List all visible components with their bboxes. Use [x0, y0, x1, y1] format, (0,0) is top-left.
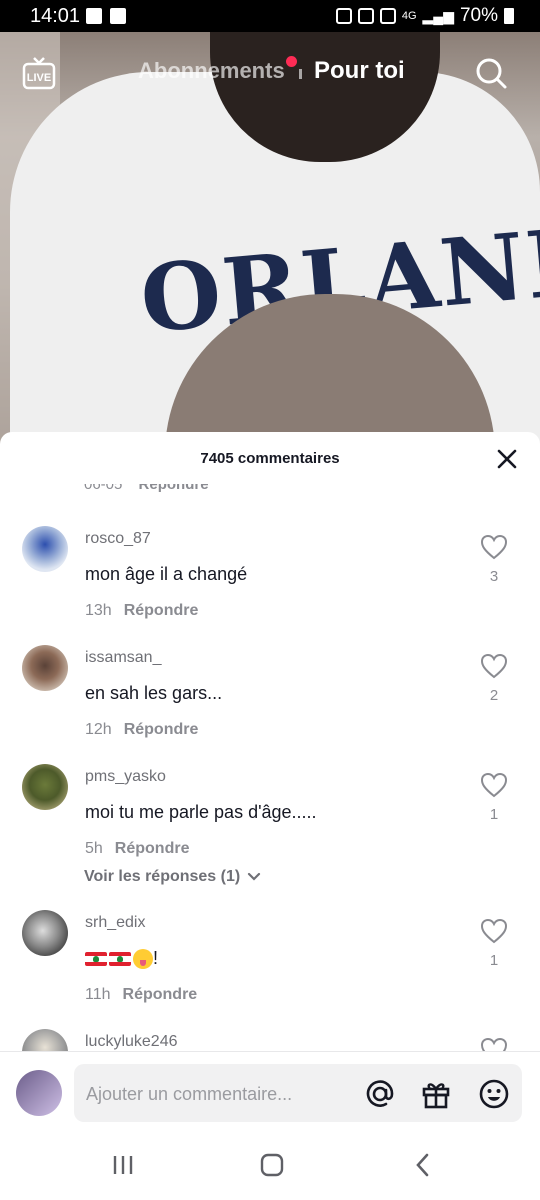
battery-icon — [504, 8, 514, 24]
home-icon[interactable] — [257, 1150, 287, 1180]
like-count: 3 — [489, 568, 499, 585]
comment-text: ! — [85, 948, 159, 970]
comment-text: mon âge il a changé — [85, 564, 248, 584]
heart-icon[interactable] — [480, 772, 508, 798]
reply-button[interactable]: Répondre — [124, 602, 199, 619]
tab-separator — [299, 69, 302, 79]
gift-icon[interactable] — [420, 1078, 452, 1110]
avatar[interactable] — [22, 1029, 68, 1051]
avatar[interactable] — [22, 764, 68, 810]
gallery-notification-icon — [86, 8, 102, 24]
comment-username[interactable]: srh_edix — [85, 914, 145, 932]
live-icon[interactable]: LIVE — [22, 56, 56, 90]
notification-icons — [86, 8, 126, 24]
status-right: 4G ▂▄▆ 70% — [335, 5, 514, 27]
status-bar: 14:01 4G ▂▄▆ 70% — [0, 0, 540, 32]
my-avatar[interactable] — [16, 1070, 62, 1116]
lock-icon — [335, 8, 352, 24]
comment-input[interactable] — [84, 1064, 358, 1124]
network-type: 4G — [401, 10, 417, 22]
comment-item: srh_edix ! 11h Répondre 1 — [0, 910, 540, 1020]
comment-item: issamsan_ en sah les gars... 12h Répondre… — [0, 645, 540, 755]
comment-username[interactable]: luckyluke246 — [85, 1033, 178, 1051]
avatar[interactable] — [22, 526, 68, 572]
comments-sheet: 7405 commentaires 06-05 Répondre rosco_8… — [0, 432, 540, 1200]
view-replies-link[interactable]: Voir les réponses (1) — [84, 868, 262, 886]
like-count: 2 — [489, 687, 499, 704]
comments-count-title: 7405 commentaires — [200, 450, 340, 467]
reply-button[interactable]: Répondre — [139, 484, 209, 493]
like-count: 1 — [489, 806, 499, 823]
chevron-down-icon — [248, 872, 261, 881]
heart-icon[interactable] — [480, 1037, 508, 1051]
avatar[interactable] — [22, 910, 68, 956]
search-icon[interactable] — [474, 56, 508, 90]
comment-meta: 13h Répondre — [85, 602, 198, 620]
comment-text: en sah les gars... — [85, 683, 223, 703]
svg-text:LIVE: LIVE — [27, 72, 51, 84]
comment-username[interactable]: issamsan_ — [85, 649, 161, 667]
comment-item: rosco_87 mon âge il a changé 13h Répondre… — [0, 526, 540, 636]
comment-time: 13h — [85, 602, 112, 619]
mute-icon — [379, 8, 396, 24]
tongue-face-emoji-icon — [133, 949, 153, 970]
partial-comment-meta: 06-05 Répondre — [84, 476, 209, 493]
back-icon[interactable] — [408, 1150, 438, 1180]
battery-percent: 70% — [459, 5, 498, 26]
heart-icon[interactable] — [480, 653, 508, 679]
emoji-icon[interactable] — [478, 1078, 510, 1110]
comment-meta: 12h Répondre — [85, 721, 198, 739]
comments-list[interactable]: 06-05 Répondre rosco_87 mon âge il a cha… — [0, 476, 540, 1051]
close-icon[interactable] — [494, 446, 520, 472]
comment-username[interactable]: pms_yasko — [85, 768, 166, 786]
recent-apps-icon[interactable] — [108, 1150, 138, 1180]
comment-input-bar — [0, 1052, 540, 1136]
view-replies-label: Voir les réponses (1) — [84, 868, 241, 885]
comment-time: 11h — [85, 986, 111, 1003]
tab-following[interactable]: Abonnements — [138, 58, 285, 84]
heart-icon[interactable] — [480, 918, 508, 944]
comment-meta: 11h Répondre — [85, 986, 197, 1004]
comment-field[interactable] — [74, 1064, 522, 1124]
comment-username[interactable]: rosco_87 — [85, 530, 151, 548]
comment-text-suffix: ! — [153, 948, 159, 968]
heart-icon[interactable] — [480, 534, 508, 560]
comment-time: 12h — [85, 721, 112, 738]
reply-button[interactable]: Répondre — [124, 721, 199, 738]
system-navigation-bar — [0, 1132, 540, 1200]
comment-item: luckyluke246 — [0, 1029, 540, 1051]
signal-icon: ▂▄▆ — [422, 7, 454, 24]
like-count: 1 — [489, 952, 499, 969]
lebanon-flag-icon — [85, 952, 107, 967]
at-mention-icon[interactable] — [364, 1078, 396, 1110]
reply-button[interactable]: Répondre — [123, 986, 198, 1003]
avatar[interactable] — [22, 645, 68, 691]
comment-meta: 5h Répondre — [85, 840, 189, 858]
reply-button[interactable]: Répondre — [115, 840, 190, 857]
tab-for-you[interactable]: Pour toi — [314, 57, 405, 85]
alarm-icon — [357, 8, 374, 24]
lebanon-flag-icon — [109, 952, 131, 967]
top-navigation: LIVE Abonnements Pour toi — [0, 52, 540, 96]
new-content-dot — [286, 56, 297, 67]
status-time: 14:01 — [30, 5, 81, 27]
check-notification-icon — [110, 8, 126, 24]
comment-time: 06-05 — [84, 476, 123, 493]
comment-text: moi tu me parle pas d'âge..... — [85, 802, 317, 822]
comment-time: 5h — [85, 840, 103, 857]
comment-item: pms_yasko moi tu me parle pas d'âge.....… — [0, 764, 540, 874]
